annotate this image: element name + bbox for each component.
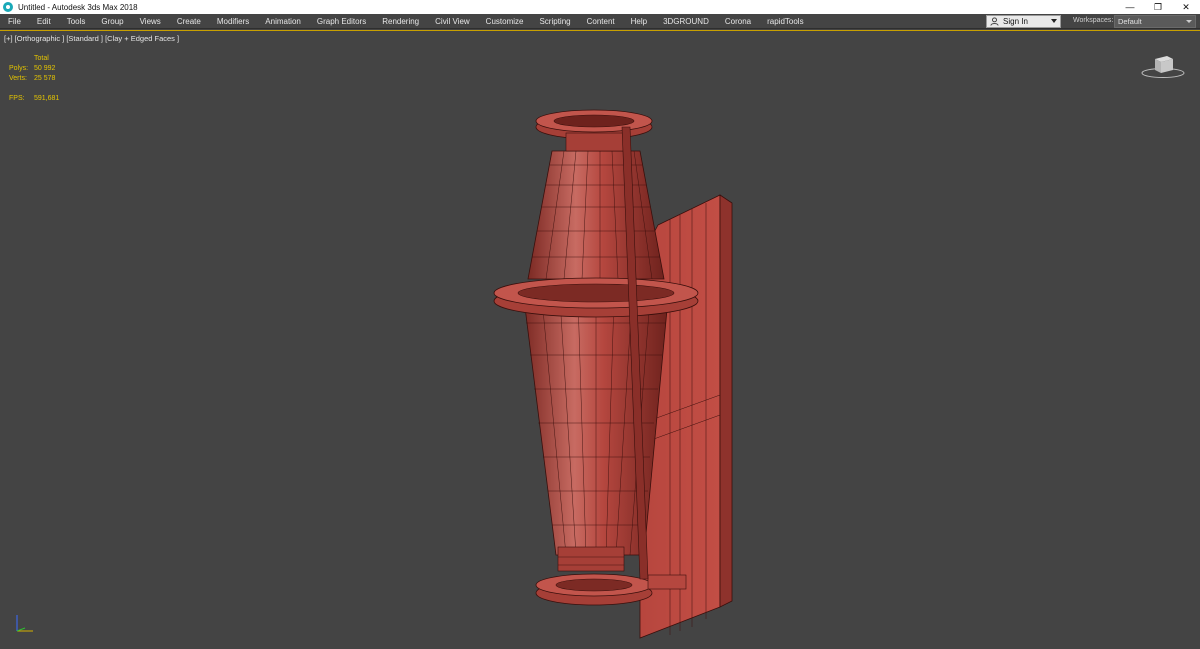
workspaces-select[interactable]: Default [1114, 15, 1196, 28]
verts-label: Verts: [9, 75, 27, 82]
workspaces-label: Workspaces: [1073, 17, 1114, 24]
window-controls: — ❐ ✕ [1116, 0, 1200, 14]
polys-label: Polys: [9, 65, 29, 72]
menu-customize[interactable]: Customize [478, 17, 532, 26]
perspective-viewport[interactable]: [+] [Orthographic ] [Standard ] [Clay + … [0, 30, 1200, 649]
menu-graph-editors[interactable]: Graph Editors [309, 17, 374, 26]
menu-scripting[interactable]: Scripting [531, 17, 578, 26]
chevron-down-icon [1186, 20, 1192, 23]
stats-total-header: Total [34, 55, 49, 62]
workspaces-value: Default [1118, 17, 1142, 26]
menu-civil-view[interactable]: Civil View [427, 17, 478, 26]
title-bar: Untitled - Autodesk 3ds Max 2018 — ❐ ✕ [0, 0, 1200, 14]
user-icon [990, 17, 999, 26]
restore-button[interactable]: ❐ [1144, 0, 1172, 14]
sign-in-dropdown[interactable]: Sign In [986, 15, 1061, 28]
minimize-button[interactable]: — [1116, 0, 1144, 14]
menu-animation[interactable]: Animation [257, 17, 309, 26]
menu-group[interactable]: Group [93, 17, 131, 26]
menu-rendering[interactable]: Rendering [374, 17, 427, 26]
menu-rapidtools[interactable]: rapidTools [759, 17, 811, 26]
menu-views[interactable]: Views [132, 17, 169, 26]
menu-bar: File Edit Tools Group Views Create Modif… [0, 14, 1200, 29]
menu-content[interactable]: Content [579, 17, 623, 26]
fps-label: FPS: [9, 95, 25, 102]
wall-lamp-model[interactable] [480, 79, 740, 649]
menu-3dground[interactable]: 3DGROUND [655, 17, 717, 26]
chevron-down-icon [1051, 19, 1057, 23]
window-title: Untitled - Autodesk 3ds Max 2018 [18, 2, 138, 12]
viewport-label-menu[interactable]: [+] [Orthographic ] [Standard ] [Clay + … [4, 34, 179, 43]
sign-in-label: Sign In [1003, 17, 1028, 26]
menu-tools[interactable]: Tools [59, 17, 94, 26]
viewport-statistics: Total Polys: 50 992 Verts: 25 578 FPS: 591,… [9, 54, 59, 104]
menu-corona[interactable]: Corona [717, 17, 759, 26]
axis-tripod-icon [16, 615, 33, 632]
app-logo-icon [3, 2, 13, 12]
close-button[interactable]: ✕ [1172, 0, 1200, 14]
polys-value: 50 992 [34, 65, 56, 72]
verts-value: 25 578 [34, 75, 56, 82]
menu-help[interactable]: Help [623, 17, 655, 26]
menu-edit[interactable]: Edit [29, 17, 59, 26]
menu-file[interactable]: File [0, 17, 29, 26]
menu-create[interactable]: Create [169, 17, 209, 26]
viewcube-icon[interactable] [1140, 51, 1186, 79]
menu-modifiers[interactable]: Modifiers [209, 17, 257, 26]
fps-value: 591,681 [34, 95, 60, 102]
